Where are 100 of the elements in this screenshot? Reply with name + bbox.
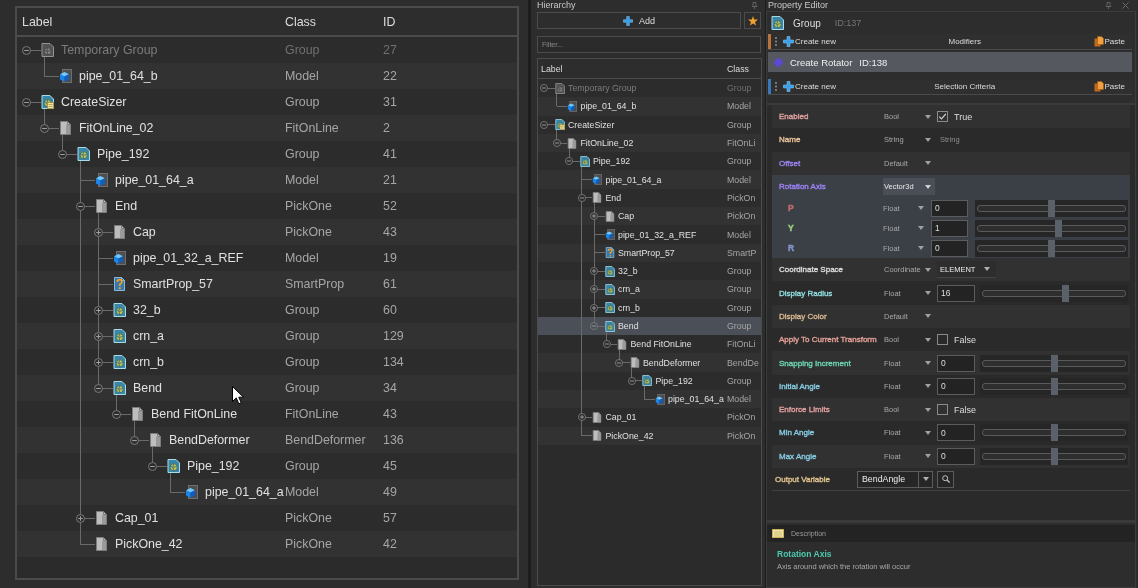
pin-icon[interactable] [1105, 2, 1112, 9]
modifier-row[interactable]: Create Rotator ID:138 [768, 52, 1132, 72]
node-label[interactable]: pipe_01_64_a [668, 394, 724, 405]
slider-thumb[interactable] [1050, 447, 1058, 465]
number-field[interactable]: 0 [937, 354, 975, 372]
number-field[interactable]: 0 [937, 424, 975, 442]
tree-row[interactable]: pipe_01_64_aModel 49 [17, 479, 517, 505]
tree-row[interactable]: Cap PickOne 43 [17, 219, 517, 245]
slider-thumb[interactable] [1050, 424, 1058, 442]
number-field[interactable]: 1 [931, 219, 968, 237]
tree-row[interactable]: FitOnLine_02 FitOnLine 2 [17, 115, 517, 141]
create-new-button[interactable]: Create new [783, 79, 836, 94]
number-field[interactable]: 0 [937, 447, 975, 465]
tree-row[interactable]: PickOne_42 PickOne 42 [17, 531, 517, 557]
collapse-icon[interactable] [577, 193, 586, 202]
node-label[interactable]: Pipe_192 [97, 147, 150, 161]
node-label[interactable]: SmartProp_57 [618, 247, 675, 258]
node-label[interactable]: Pipe_192 [187, 459, 240, 473]
collapse-icon[interactable] [615, 358, 624, 367]
paste-button[interactable]: Paste [1093, 34, 1125, 49]
slider-track[interactable] [980, 377, 1128, 395]
collapse-icon[interactable] [129, 435, 139, 445]
add-button[interactable]: Add [537, 12, 741, 29]
node-label[interactable]: Cap_01 [605, 412, 637, 423]
column-header[interactable]: Class [727, 63, 749, 74]
slider-track[interactable] [975, 239, 1128, 257]
node-label[interactable]: Pipe_192 [655, 375, 693, 386]
node-label[interactable]: Bend [618, 321, 639, 331]
slider-thumb[interactable] [1048, 199, 1055, 217]
column-header[interactable]: Label [22, 14, 53, 29]
tree-row[interactable]: pipe_01_64_a Model [538, 390, 761, 409]
collapse-icon[interactable] [75, 201, 85, 211]
node-label[interactable]: pipe_01_64_a [115, 173, 194, 187]
node-label[interactable]: FitOnLine_02 [580, 138, 634, 149]
variable-combo[interactable]: BendAngle [857, 470, 933, 488]
node-label[interactable]: crn_a [618, 284, 640, 295]
slider-thumb[interactable] [1050, 354, 1058, 372]
node-label[interactable]: Cap [133, 225, 156, 239]
slider-thumb[interactable] [1048, 239, 1055, 257]
tree-row[interactable]: Cap PickOn [538, 207, 761, 226]
collapse-icon[interactable] [93, 383, 103, 393]
slider-track[interactable] [980, 284, 1128, 302]
expand-icon[interactable] [93, 357, 103, 367]
checkbox[interactable] [937, 111, 948, 123]
node-label[interactable]: Cap [618, 211, 635, 222]
node-label[interactable]: Pipe_192 [593, 156, 631, 167]
paste-button[interactable]: Paste [1093, 79, 1125, 94]
column-header[interactable]: Class [285, 14, 316, 29]
slider-track[interactable] [975, 219, 1128, 237]
slider-thumb[interactable] [1061, 284, 1069, 302]
expand-icon[interactable] [75, 513, 85, 523]
create-new-button[interactable]: Create new [783, 34, 836, 49]
expand-icon[interactable] [93, 331, 103, 341]
collapse-icon[interactable] [39, 123, 49, 133]
collapse-icon[interactable] [627, 376, 636, 385]
node-label[interactable]: SmartProp_57 [133, 277, 213, 291]
tree-row[interactable]: pipe_01_64_a Model 21 [17, 167, 517, 193]
tree-row[interactable]: pipe_01_64_a Model [538, 170, 761, 189]
tree-row[interactable]: BendDeformer BendDe [538, 353, 761, 372]
node-label[interactable]: crn_b [133, 355, 164, 369]
collapse-icon[interactable] [552, 139, 561, 148]
number-field[interactable]: 16 [937, 284, 975, 302]
collapse-icon[interactable] [57, 149, 67, 159]
slider-track[interactable] [975, 199, 1128, 217]
node-label[interactable]: Bend [133, 381, 162, 395]
collapse-icon[interactable] [565, 157, 574, 166]
expand-icon[interactable] [93, 227, 103, 237]
node-label[interactable]: Cap_01 [115, 511, 159, 525]
node-label[interactable]: End [115, 199, 138, 213]
node-label[interactable]: FitOnLine_02 [79, 121, 154, 135]
expand-icon[interactable] [590, 303, 599, 312]
pin-icon[interactable] [751, 2, 758, 9]
favorite-button[interactable] [744, 12, 761, 29]
node-label[interactable]: CreateSizer [61, 95, 127, 109]
slider-thumb[interactable] [1055, 219, 1063, 237]
node-label[interactable]: crn_b [618, 302, 640, 313]
node-label[interactable]: End [605, 192, 622, 203]
node-label[interactable]: pipe_01_32_a_REF [133, 251, 244, 265]
node-label[interactable]: 32_b [133, 303, 161, 317]
tree-row[interactable]: BendDeformer BendDeformer 136 [17, 427, 517, 453]
close-icon[interactable] [1122, 2, 1129, 9]
column-header[interactable]: Label [541, 63, 563, 74]
slider-track[interactable] [980, 447, 1128, 465]
number-field[interactable]: 0 [937, 377, 975, 395]
number-field[interactable]: 0 [931, 239, 968, 257]
node-label[interactable]: 32_b [618, 266, 638, 277]
collapse-icon[interactable] [21, 97, 31, 107]
expand-icon[interactable] [93, 305, 103, 315]
column-header[interactable]: ID [383, 14, 396, 29]
node-label[interactable]: PickOne_42 [115, 537, 183, 551]
expand-icon[interactable] [577, 413, 586, 422]
node-label[interactable]: crn_a [133, 329, 164, 343]
node-label[interactable]: pipe_01_32_a_REF [618, 229, 697, 240]
expand-icon[interactable] [590, 267, 599, 276]
collapse-icon[interactable] [147, 461, 157, 471]
tree-row[interactable]: crn_a Group [538, 280, 761, 299]
node-label[interactable]: BendDeformer [643, 357, 701, 368]
slider-track[interactable] [980, 424, 1128, 442]
slider-track[interactable] [980, 354, 1128, 372]
property-row[interactable]: Output Variable BendAngle [772, 467, 1130, 492]
